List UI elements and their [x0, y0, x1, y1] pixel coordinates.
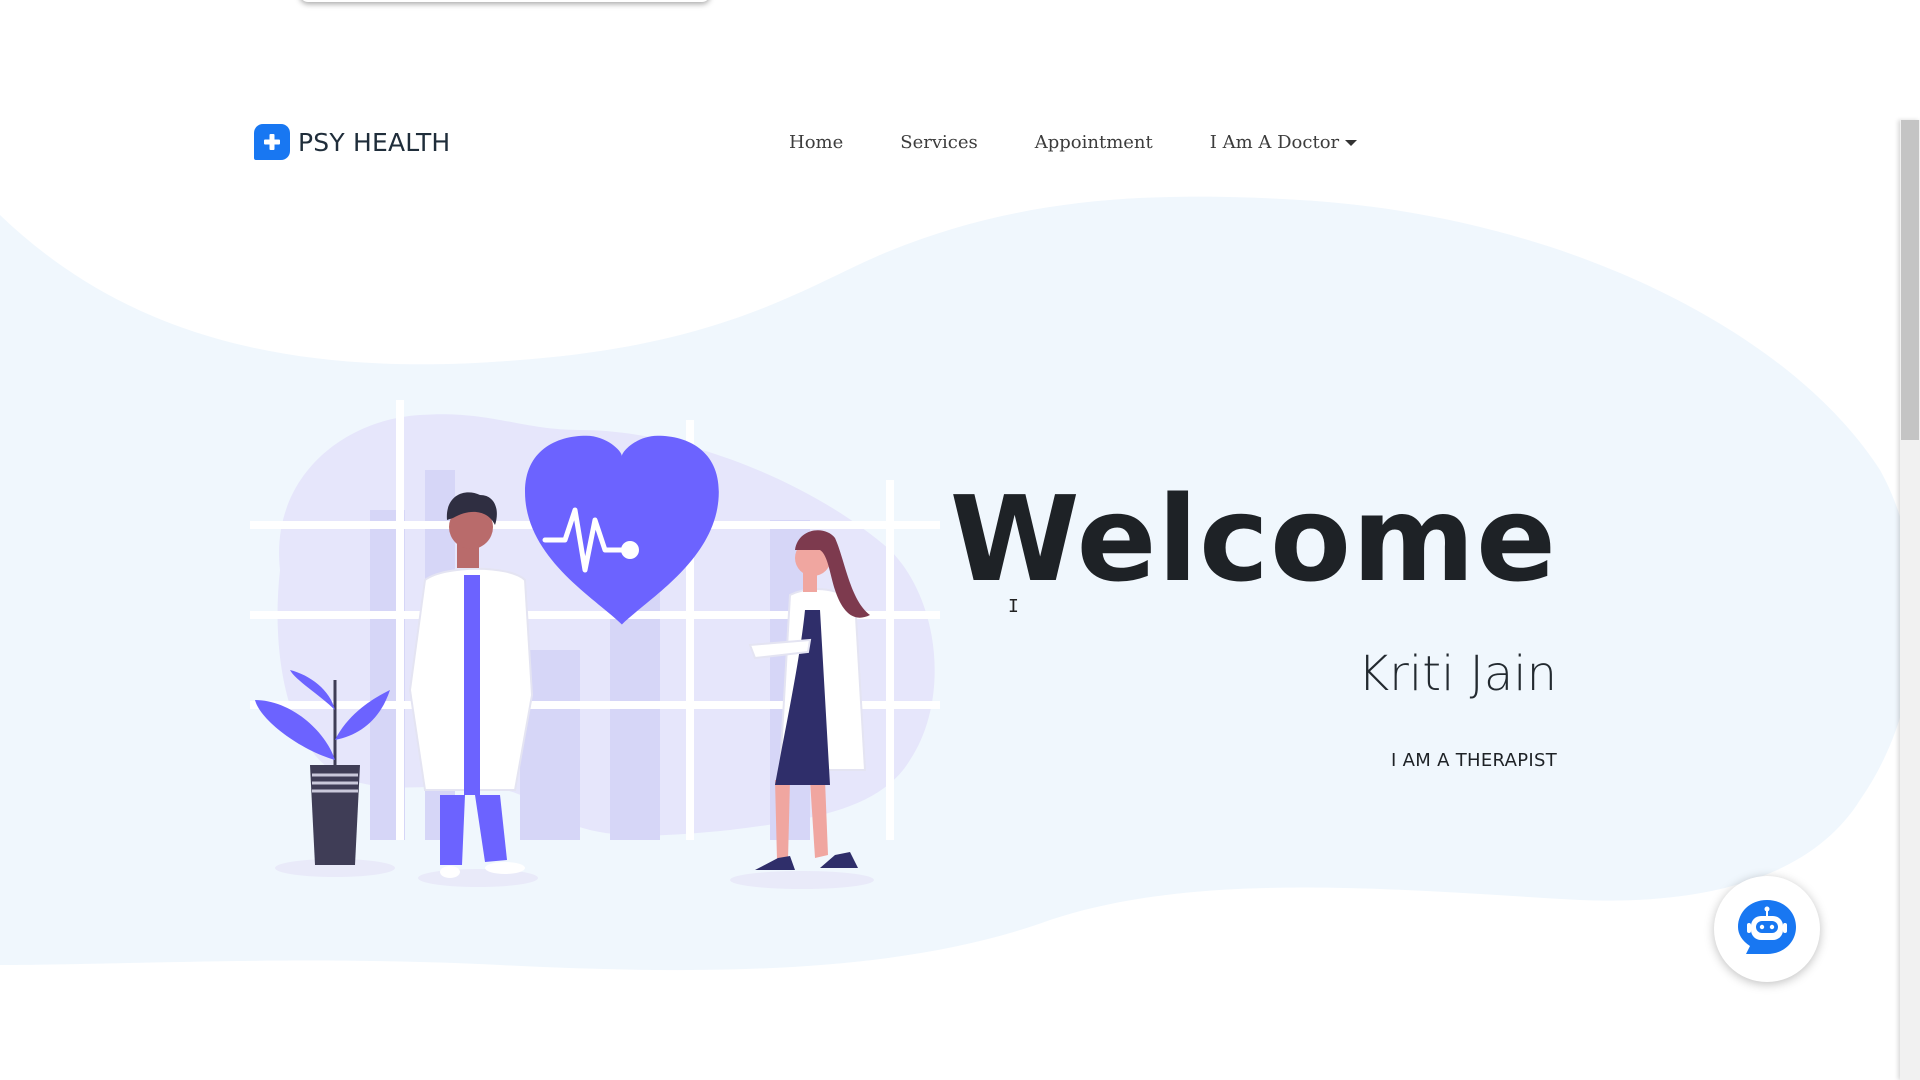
scrollbar-thumb[interactable]	[1901, 120, 1919, 440]
top-bar-edge	[300, 0, 710, 2]
hero-role: I AM A THERAPIST	[1390, 750, 1557, 771]
text-cursor-icon: I	[1008, 596, 1019, 617]
nav-appointment[interactable]: Appointment	[1035, 132, 1153, 153]
hero-name: Kriti Jain	[1357, 646, 1557, 702]
hero-heading: Welcome	[949, 470, 1557, 608]
nav-services[interactable]: Services	[900, 132, 977, 153]
nav-home[interactable]: Home	[789, 132, 843, 153]
chatbot-button[interactable]	[1714, 876, 1820, 982]
brand[interactable]: PSY HEALTH	[254, 124, 450, 160]
nav-links: Home Services Appointment I Am A Doctor	[789, 132, 1414, 153]
hero-text: Welcome Kriti Jain I AM A THERAPIST	[950, 480, 1557, 771]
vertical-scrollbar[interactable]	[1900, 120, 1920, 1080]
caret-down-icon	[1345, 140, 1358, 146]
nav-doctor-label: I Am A Doctor	[1209, 132, 1340, 153]
brand-name: PSY HEALTH	[298, 127, 451, 157]
nav-doctor-dropdown[interactable]: I Am A Doctor	[1209, 132, 1358, 153]
robot-chat-icon	[1738, 900, 1796, 954]
doctors-heart-illustration	[250, 400, 940, 889]
plus-icon	[254, 124, 290, 160]
navbar: PSY HEALTH Home Services Appointment I A…	[0, 110, 1900, 170]
